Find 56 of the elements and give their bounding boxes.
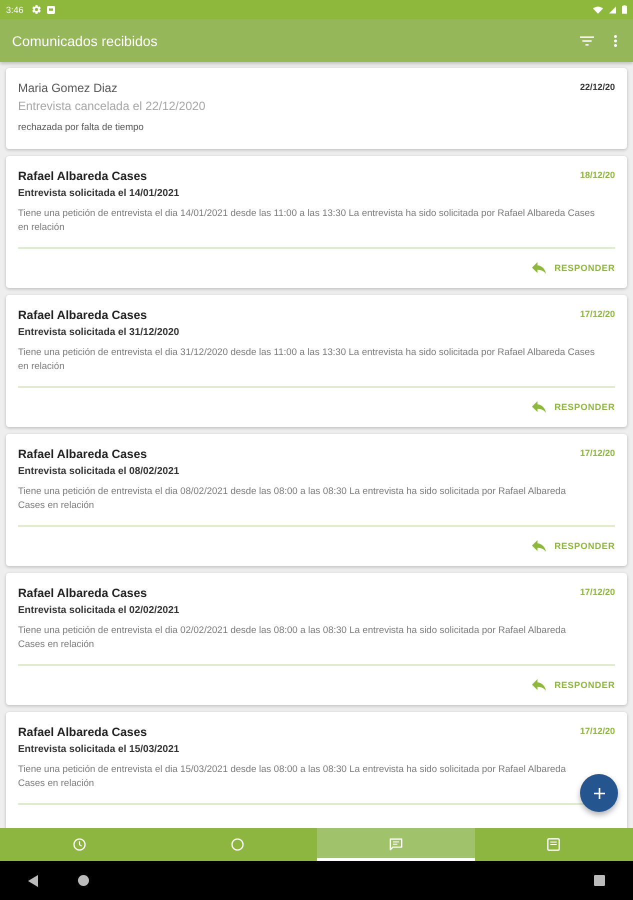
message-card[interactable]: [6, 434, 627, 566]
back-icon: [28, 874, 38, 886]
message-body: Tiene una petición de entrevista el dia 14/01/2021 desde las 11:00 a las 13:30 La entrevista ha sido solicitada por Rafael Albareda Cases en relación: [18, 207, 596, 235]
reply-button[interactable]: RESPONDER: [532, 396, 615, 418]
reply-button[interactable]: RESPONDER: [532, 674, 615, 696]
sender-name: Rafael Albareda Cases: [18, 307, 147, 323]
wifi-icon: [593, 6, 603, 14]
back-button[interactable]: [28, 874, 38, 886]
message-date: 18/12/20: [580, 169, 615, 182]
message-date: 17/12/20: [580, 586, 615, 599]
gear-icon: [32, 5, 41, 14]
message-body: Tiene una petición de entrevista el dia 15/03/2021 desde las 08:00 a las 08:30 La entrevista ha sido solicitada por Rafael Albareda Cases en relación: [18, 763, 567, 791]
filter-icon: [580, 36, 594, 46]
home-button[interactable]: [78, 875, 89, 886]
message-date: 17/12/20: [580, 308, 615, 321]
reply-button[interactable]: RESPONDER: [532, 257, 615, 279]
message-subject: Entrevista cancelada el 22/12/2020: [18, 99, 206, 113]
plus-icon: [594, 788, 604, 798]
signal-icon: [609, 6, 616, 14]
sender-name: Rafael Albareda Cases: [18, 585, 147, 601]
battery-icon: [622, 5, 627, 14]
message-body: Tiene una petición de entrevista el dia 31/12/2020 desde las 11:00 a las 13:30 La entrevista ha sido solicitada por Rafael Albareda Cases en relación: [18, 346, 596, 374]
home-icon: [78, 875, 89, 886]
message-body: Tiene una petición de entrevista el dia 02/02/2021 desde las 08:00 a las 08:30 La entrevista ha sido solicitada por Rafael Albareda Cases en relación: [18, 624, 567, 652]
reply-icon: [532, 401, 546, 413]
message-subject: Entrevista solicitada el 14/01/2021: [18, 187, 180, 201]
message-subject: Entrevista solicitada el 02/02/2021: [18, 604, 180, 618]
message-subject: Entrevista solicitada el 08/02/2021: [18, 465, 180, 479]
recents-button[interactable]: [594, 875, 605, 886]
reply-button[interactable]: RESPONDER: [532, 535, 615, 557]
reply-icon: [532, 540, 546, 552]
message-date: 22/12/20: [580, 81, 615, 94]
message-date: 17/12/20: [580, 447, 615, 460]
message-card[interactable]: [6, 712, 627, 828]
sender-name: Rafael Albareda Cases: [18, 724, 147, 740]
message-subject: Entrevista solicitada el 15/03/2021: [18, 743, 180, 757]
status-time: 3:46: [6, 4, 24, 14]
chat-icon: [388, 838, 403, 851]
app-bar-title: Comunicados recibidos: [12, 32, 159, 48]
message-body: Tiene una petición de entrevista el dia 08/02/2021 desde las 08:00 a las 08:30 La entrevista ha sido solicitada por Rafael Albareda Cases en relación: [18, 485, 567, 513]
reply-icon: [532, 262, 546, 274]
sender-name: Rafael Albareda Cases: [18, 446, 147, 462]
sender-name: Rafael Albareda Cases: [18, 168, 147, 184]
nav-tab[interactable]: [316, 828, 475, 861]
message-subject: Entrevista solicitada el 31/12/2020: [18, 326, 180, 340]
clock-icon: [72, 838, 86, 851]
message-date: 17/12/20: [580, 725, 615, 738]
circle-icon: [230, 838, 244, 851]
document-icon: [547, 838, 560, 851]
recents-icon: [594, 875, 605, 886]
message-card[interactable]: Maria Gomez Diaz 22/12/20 Entrevista cancelada el 22/12/2020 rechazada por falta de tiempo: [6, 68, 627, 149]
notification-icon: [46, 6, 55, 14]
message-body: rechazada por falta de tiempo: [18, 121, 145, 135]
more-options-icon: [614, 34, 617, 46]
sender-name: Maria Gomez Diaz: [18, 80, 118, 96]
reply-icon: [532, 679, 546, 691]
